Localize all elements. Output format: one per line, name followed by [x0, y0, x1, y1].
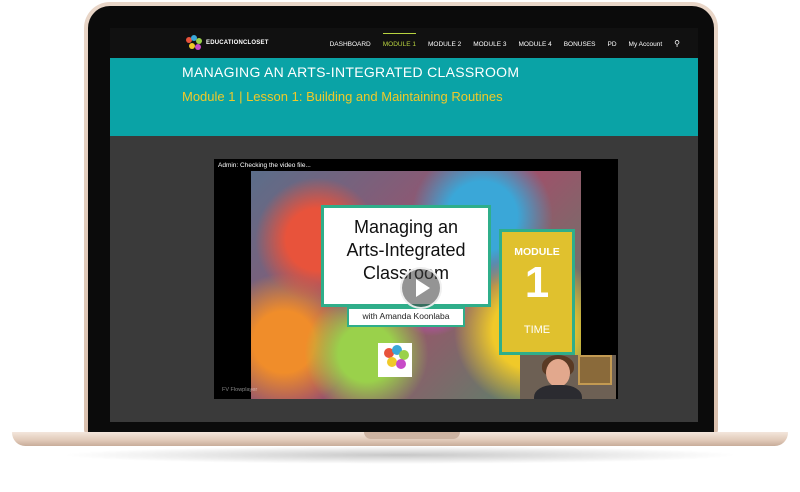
video-title-line-2: Arts-Integrated	[346, 240, 466, 260]
video-status-text: Admin: Checking the video file...	[218, 162, 311, 169]
nav-bonuses[interactable]: BONUSES	[564, 31, 596, 56]
browser-screen: EDUCATIONCLOSET DASHBOARD MODULE 1 MODUL…	[110, 28, 698, 422]
lesson-subtitle: Module 1 | Lesson 1: Building and Mainta…	[182, 89, 503, 104]
screen-bezel: EDUCATIONCLOSET DASHBOARD MODULE 1 MODUL…	[88, 6, 714, 434]
course-title: MANAGING AN ARTS-INTEGRATED CLASSROOM	[182, 64, 520, 80]
search-icon[interactable]: ⚲	[674, 39, 680, 48]
player-watermark: FV Flowplayer	[222, 387, 258, 393]
nav-menu: DASHBOARD MODULE 1 MODULE 2 MODULE 3 MOD…	[318, 31, 680, 56]
nav-my-account[interactable]: My Account	[629, 31, 663, 56]
module-label: MODULE	[514, 246, 560, 258]
laptop-lid: EDUCATIONCLOSET DASHBOARD MODULE 1 MODUL…	[84, 2, 718, 434]
play-button[interactable]	[400, 267, 442, 309]
education-closet-logo-icon	[378, 343, 412, 377]
presenter-name: with Amanda Koonlaba	[362, 311, 450, 321]
laptop-shadow	[60, 446, 740, 464]
video-player[interactable]: Admin: Checking the video file... Managi…	[214, 159, 618, 399]
site-logo[interactable]: EDUCATIONCLOSET	[186, 35, 269, 51]
wall-picture	[578, 355, 612, 385]
presenter-body	[534, 385, 582, 399]
logo-text: EDUCATIONCLOSET	[206, 40, 269, 46]
video-title-line-1: Managing an	[353, 217, 459, 237]
module-footer: TIME	[523, 324, 551, 336]
laptop-notch	[364, 432, 460, 439]
nav-module-4[interactable]: MODULE 4	[518, 31, 551, 56]
laptop-base	[12, 432, 788, 446]
site-navigation: EDUCATIONCLOSET DASHBOARD MODULE 1 MODUL…	[110, 28, 698, 58]
presenter-card: with Amanda Koonlaba	[347, 307, 465, 327]
tree-logo-icon	[186, 35, 202, 51]
module-card: MODULE 1 TIME	[499, 229, 575, 355]
nav-module-2[interactable]: MODULE 2	[428, 31, 461, 56]
lesson-banner: MANAGING AN ARTS-INTEGRATED CLASSROOM Mo…	[110, 58, 698, 136]
presenter-face	[546, 359, 570, 387]
nav-dashboard[interactable]: DASHBOARD	[330, 31, 371, 56]
module-number: 1	[524, 258, 550, 307]
nav-module-3[interactable]: MODULE 3	[473, 31, 506, 56]
nav-pd[interactable]: PD	[608, 31, 617, 56]
nav-module-1[interactable]: MODULE 1	[382, 31, 417, 56]
presenter-webcam	[520, 355, 616, 399]
